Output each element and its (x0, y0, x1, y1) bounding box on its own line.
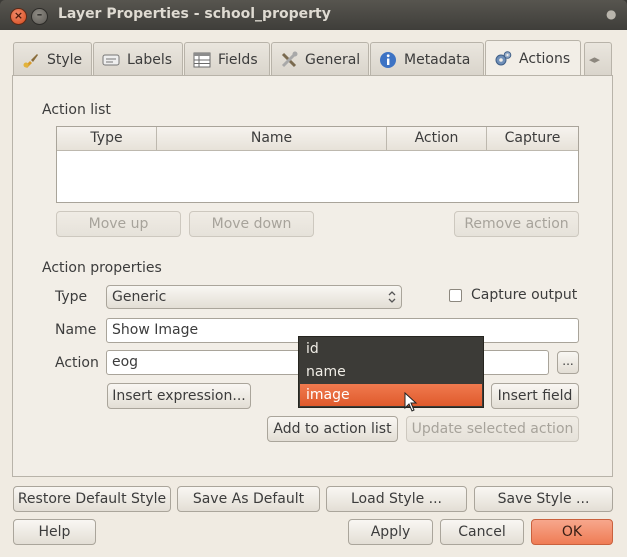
action-list-table[interactable]: Type Name Action Capture (56, 126, 579, 203)
field-option-image[interactable]: image (300, 384, 482, 406)
tab-scroll-right-icon[interactable]: ▸ (595, 53, 601, 66)
tab-metadata[interactable]: Metadata (370, 42, 484, 76)
restore-default-style-button[interactable]: Restore Default Style (13, 486, 171, 512)
window-menu-icon[interactable]: ● (606, 7, 616, 21)
close-icon: × (13, 9, 24, 22)
info-icon (379, 51, 397, 69)
gears-icon (494, 50, 512, 68)
type-combobox[interactable]: Generic (106, 285, 402, 309)
tab-general[interactable]: General (271, 42, 369, 76)
insert-field-button[interactable]: Insert field (491, 383, 579, 409)
paintbrush-icon (22, 51, 40, 69)
save-style-button[interactable]: Save Style ... (474, 486, 613, 512)
name-label: Name (55, 322, 97, 338)
table-icon (193, 51, 211, 69)
insert-expression-button[interactable]: Insert expression... (107, 383, 251, 409)
tab-labels[interactable]: Labels (93, 42, 183, 76)
column-header-capture[interactable]: Capture (487, 127, 578, 151)
ok-button[interactable]: OK (531, 519, 613, 545)
tab-fields-label: Fields (218, 51, 258, 68)
load-style-button[interactable]: Load Style ... (326, 486, 467, 512)
column-header-action[interactable]: Action (387, 127, 487, 151)
tools-icon (280, 51, 298, 69)
apply-button[interactable]: Apply (348, 519, 433, 545)
tab-actions[interactable]: Actions (485, 40, 581, 76)
labels-icon (102, 51, 120, 69)
remove-action-button[interactable]: Remove action (454, 211, 579, 237)
column-header-type[interactable]: Type (57, 127, 157, 151)
tab-style-label: Style (47, 51, 83, 68)
field-option-name[interactable]: name (300, 361, 482, 383)
capture-output-checkbox[interactable] (449, 289, 462, 302)
tab-labels-label: Labels (127, 51, 173, 68)
tab-style[interactable]: Style (13, 42, 92, 76)
browse-button[interactable]: ... (557, 351, 579, 374)
help-button[interactable]: Help (13, 519, 96, 545)
type-combobox-value: Generic (112, 289, 167, 305)
cancel-button[interactable]: Cancel (440, 519, 524, 545)
minimize-icon: – (36, 8, 43, 21)
mouse-cursor-icon (404, 391, 418, 416)
type-label: Type (55, 289, 88, 305)
minimize-window-button[interactable]: – (31, 8, 48, 25)
action-label: Action (55, 355, 99, 371)
move-down-button[interactable]: Move down (189, 211, 314, 237)
save-as-default-button[interactable]: Save As Default (177, 486, 320, 512)
update-selected-action-button[interactable]: Update selected action (406, 416, 579, 442)
close-window-button[interactable]: × (10, 8, 27, 25)
tab-actions-label: Actions (519, 50, 571, 67)
action-list-heading: Action list (42, 102, 111, 118)
combo-arrows-icon (388, 289, 396, 311)
column-header-name[interactable]: Name (157, 127, 387, 151)
window-title: Layer Properties - school_property (58, 6, 331, 22)
tab-scroll-buttons[interactable]: ◂ ▸ (584, 42, 612, 76)
capture-output-label: Capture output (471, 287, 578, 303)
tab-fields[interactable]: Fields (184, 42, 270, 76)
tab-metadata-label: Metadata (404, 51, 471, 68)
move-up-button[interactable]: Move up (56, 211, 181, 237)
field-option-id[interactable]: id (300, 338, 482, 360)
field-dropdown-popup[interactable]: id name image (298, 336, 484, 408)
add-to-action-list-button[interactable]: Add to action list (267, 416, 398, 442)
action-properties-heading: Action properties (42, 260, 162, 276)
tab-general-label: General (305, 51, 361, 68)
